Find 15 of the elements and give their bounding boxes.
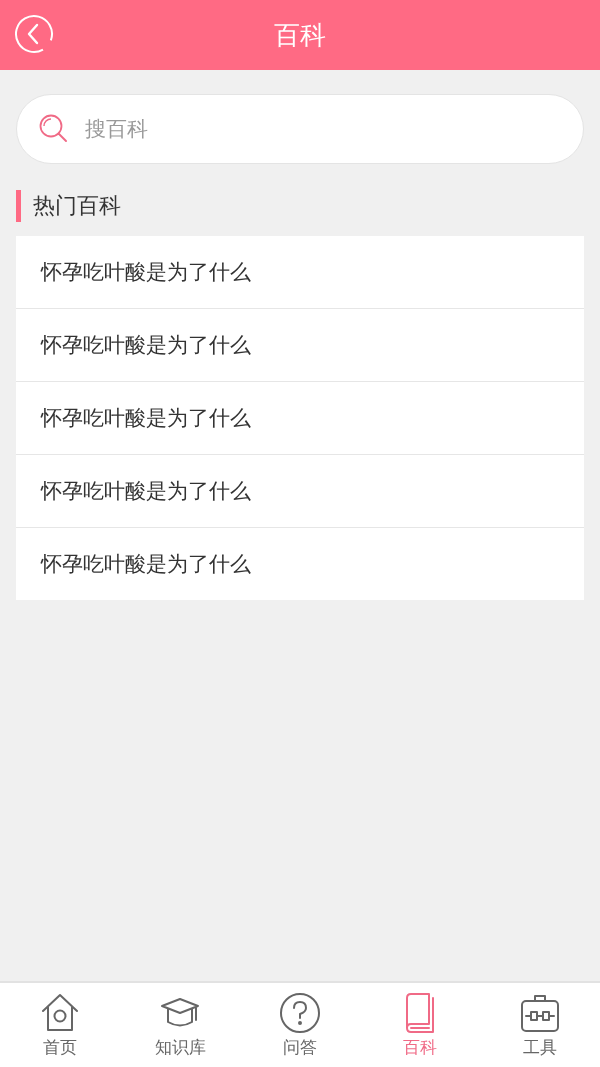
article-item[interactable]: 怀孕吃叶酸是为了什么 <box>16 382 584 455</box>
tab[interactable]: 工具 <box>480 983 600 1067</box>
article-item[interactable]: 怀孕吃叶酸是为了什么 <box>16 236 584 309</box>
tab[interactable]: 首页 <box>0 983 120 1067</box>
article-item[interactable]: 怀孕吃叶酸是为了什么 <box>16 455 584 528</box>
tab[interactable]: 问答 <box>240 983 360 1067</box>
section-title: 热门百科 <box>33 192 121 220</box>
article-item[interactable]: 怀孕吃叶酸是为了什么 <box>16 528 584 600</box>
back-button[interactable] <box>14 14 54 54</box>
question-icon <box>279 991 321 1034</box>
article-item[interactable]: 怀孕吃叶酸是为了什么 <box>16 309 584 382</box>
home-icon <box>39 991 81 1034</box>
tab[interactable]: 知识库 <box>120 983 240 1067</box>
page-title: 百科 <box>274 18 326 52</box>
search-field[interactable]: 搜百科 <box>16 94 584 164</box>
